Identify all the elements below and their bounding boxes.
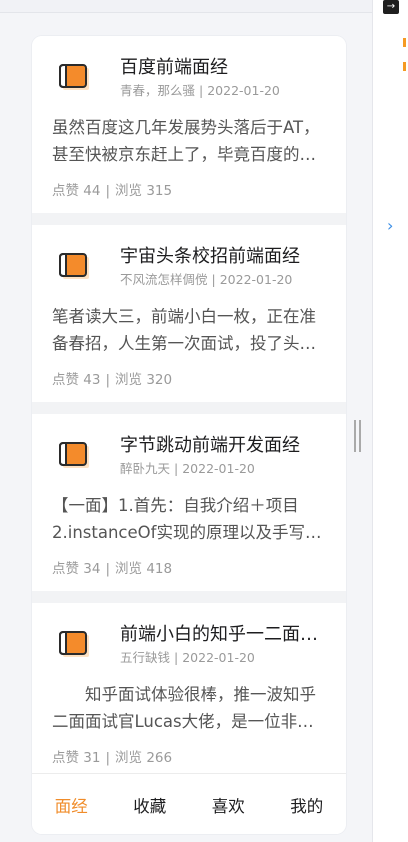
meta-separator: | [174,650,179,665]
article-stats: 点赞 34 | 浏览 418 [52,560,172,578]
article-date: 2022-01-20 [182,650,255,665]
card-header: 字节跳动前端开发面经 醉卧九天 | 2022-01-20 [52,434,326,478]
article-excerpt: 虽然百度这几年发展势头落后于AT，甚至快被京东赶上了，毕竟百度的前端面试经验还是… [52,118,320,164]
article-date: 2022-01-20 [207,83,280,98]
article-views: 浏览 315 [115,183,173,199]
article-stats: 点赞 44 | 浏览 315 [52,182,172,200]
article-stats: 点赞 43 | 浏览 320 [52,371,172,389]
meta-separator: | [174,461,179,476]
article-date: 2022-01-20 [219,272,293,287]
meta-separator: | [211,272,216,287]
article-views: 浏览 418 [115,561,173,577]
accent-mark [403,62,406,71]
article-author: 醉卧九天 [120,461,171,476]
accent-mark [403,38,406,47]
article-list[interactable]: 百度前端面经 青春，那么骚 | 2022-01-20 虽然百度这几年发展势头落后于A… [32,36,346,773]
article-meta: 醉卧九天 | 2022-01-20 [120,460,326,478]
article-card[interactable]: 字节跳动前端开发面经 醉卧九天 | 2022-01-20 【一面】1.首先：自我介绍… [32,414,346,603]
article-author: 五行缺钱 [120,650,171,665]
tab-likes[interactable]: 喜欢 [206,785,251,825]
article-title[interactable]: 宇宙头条校招前端面经 [120,245,326,269]
card-header: 宇宙头条校招前端面经 不风流怎样倜傥 | 2022-01-20 [52,245,326,289]
grip-line [354,420,356,452]
stats-separator: | [105,183,111,199]
card-header: 前端小白的知乎一二面面经 五行缺钱 | 2022-01-20 [52,623,326,667]
grip-line [359,420,361,452]
left-gutter [0,0,32,842]
article-author: 青春，那么骚 [120,83,196,98]
meta-separator: | [199,83,204,98]
article-meta: 不风流怎样倜傥 | 2022-01-20 [120,271,326,289]
article-title[interactable]: 前端小白的知乎一二面面经 [120,623,326,647]
tab-favorites[interactable]: 收藏 [127,785,172,825]
mobile-frame: 百度前端面经 青春，那么骚 | 2022-01-20 虽然百度这几年发展势头落后于A… [32,36,346,834]
article-title[interactable]: 字节跳动前端开发面经 [120,434,326,458]
article-meta: 青春，那么骚 | 2022-01-20 [120,82,326,100]
book-icon [59,253,89,279]
top-strip [0,0,372,13]
card-header: 百度前端面经 青春，那么骚 | 2022-01-20 [52,56,326,100]
article-date: 2022-01-20 [182,461,255,476]
page: → › 百度前端面经 青春，那么骚 | 2022-01-20 虽然百度这几年发展… [0,0,408,842]
article-stats: 点赞 31 | 浏览 266 [52,749,172,767]
article-likes: 点赞 44 [52,183,101,199]
chevron-right-icon[interactable]: › [387,216,393,236]
stats-separator: | [105,561,111,577]
resize-handle[interactable] [354,420,362,452]
article-likes: 点赞 31 [52,750,101,766]
article-card[interactable]: 前端小白的知乎一二面面经 五行缺钱 | 2022-01-20 知乎面试体验很棒，推一… [32,603,346,773]
article-excerpt: 知乎面试体验很棒，推一波知乎二面面试官Lucas大佬，是一位非常nice的面试官 [52,685,316,731]
article-card[interactable]: 宇宙头条校招前端面经 不风流怎样倜傥 | 2022-01-20 笔者读大三，前端小白… [32,225,346,414]
article-excerpt: 【一面】1.首先：自我介绍＋项目2.instanceOf实现的原理以及手写代码实… [52,496,322,542]
right-panel: → › [372,0,408,842]
tab-mine[interactable]: 我的 [284,785,329,825]
article-views: 浏览 266 [115,750,173,766]
article-excerpt: 笔者读大三，前端小白一枚，正在准备春招，人生第一次面试，投了头条前端，总结一下面… [52,307,316,353]
article-meta: 五行缺钱 | 2022-01-20 [120,649,326,667]
article-title[interactable]: 百度前端面经 [120,56,326,80]
article-views: 浏览 320 [115,372,173,388]
article-likes: 点赞 43 [52,372,101,388]
exit-icon[interactable]: → [383,0,399,14]
stats-separator: | [105,372,111,388]
article-likes: 点赞 34 [52,561,101,577]
book-icon [59,442,89,468]
tab-interview[interactable]: 面经 [49,785,94,825]
article-author: 不风流怎样倜傥 [120,272,208,287]
article-card[interactable]: 百度前端面经 青春，那么骚 | 2022-01-20 虽然百度这几年发展势头落后于A… [32,36,346,225]
bottom-tab-bar: 面经 收藏 喜欢 我的 [32,773,346,834]
book-icon [59,64,89,90]
book-icon [59,631,89,657]
stats-separator: | [105,750,111,766]
